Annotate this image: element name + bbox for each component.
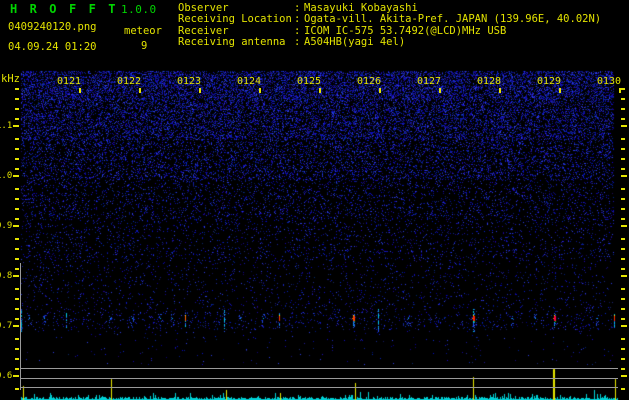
y-axis-minor-tick xyxy=(15,318,19,320)
x-axis-tick-label: 0126 xyxy=(357,76,382,87)
y-axis-minor-tick xyxy=(621,368,625,370)
y-axis-minor-tick xyxy=(15,158,19,160)
y-axis-minor-tick xyxy=(621,318,625,320)
y-axis-minor-tick xyxy=(621,108,625,110)
y-axis-minor-tick xyxy=(621,198,625,200)
y-axis-tick-label: 0.7 xyxy=(0,321,13,331)
x-axis-tick-label: 0122 xyxy=(117,76,142,87)
y-axis-minor-tick xyxy=(621,98,625,100)
y-axis-major-tick xyxy=(13,175,19,177)
y-axis-minor-tick xyxy=(15,108,19,110)
x-axis-tick xyxy=(559,88,561,93)
x-axis-tick xyxy=(319,88,321,93)
x-axis-tick-label: 0129 xyxy=(537,76,562,87)
y-axis-major-tick xyxy=(621,125,627,127)
y-axis-minor-tick xyxy=(15,218,19,220)
x-axis-tick xyxy=(199,88,201,93)
x-axis-tick-label: 0123 xyxy=(177,76,202,87)
y-axis-minor-tick xyxy=(15,138,19,140)
y-axis-minor-tick xyxy=(15,198,19,200)
level-ref-line xyxy=(20,368,618,369)
y-axis-minor-tick xyxy=(621,268,625,270)
y-axis-minor-tick xyxy=(621,148,625,150)
level-ref-line xyxy=(20,378,618,379)
axes-layer: 0121 0122 0123 0124 0125 0126 0127 0128 0129 0130… xyxy=(0,0,629,400)
y-axis-minor-tick xyxy=(621,338,625,340)
y-axis-major-tick xyxy=(621,175,627,177)
y-axis-major-tick xyxy=(13,375,19,377)
y-axis-tick-label: 0.8 xyxy=(0,271,13,281)
x-axis-tick xyxy=(439,88,441,93)
y-axis-minor-tick xyxy=(621,138,625,140)
y-axis-minor-tick xyxy=(15,388,19,390)
y-axis-major-tick xyxy=(13,275,19,277)
y-axis-minor-tick xyxy=(621,88,625,90)
y-axis-minor-tick xyxy=(621,348,625,350)
y-axis-minor-tick xyxy=(621,238,625,240)
y-axis-minor-tick xyxy=(621,218,625,220)
y-axis-minor-tick xyxy=(15,188,19,190)
y-axis-minor-tick xyxy=(15,88,19,90)
y-axis-tick-label: 1.0 xyxy=(0,171,13,181)
x-axis-tick-label: 0125 xyxy=(297,76,322,87)
y-axis-major-tick xyxy=(621,225,627,227)
x-axis-tick xyxy=(499,88,501,93)
y-axis-minor-tick xyxy=(621,208,625,210)
y-axis-minor-tick xyxy=(15,358,19,360)
y-axis-minor-tick xyxy=(15,298,19,300)
x-axis-tick xyxy=(79,88,81,93)
x-axis-tick-label: 0128 xyxy=(477,76,502,87)
y-axis-minor-tick xyxy=(621,118,625,120)
y-axis-minor-tick xyxy=(15,148,19,150)
y-axis-minor-tick xyxy=(621,298,625,300)
y-axis-tick-label: 0.9 xyxy=(0,221,13,231)
y-axis-major-tick xyxy=(621,375,627,377)
y-axis-minor-tick xyxy=(621,388,625,390)
y-axis-minor-tick xyxy=(15,308,19,310)
y-axis-minor-tick xyxy=(15,338,19,340)
y-axis-major-tick xyxy=(13,125,19,127)
y-axis-minor-tick xyxy=(621,258,625,260)
y-axis-minor-tick xyxy=(621,158,625,160)
x-axis-tick-label: 0127 xyxy=(417,76,442,87)
y-axis-major-tick xyxy=(13,225,19,227)
hrofft-screen: H R O F F T 1.0.0 0409240120.png meteor … xyxy=(0,0,629,400)
y-axis-minor-tick xyxy=(15,368,19,370)
y-axis-minor-tick xyxy=(15,248,19,250)
y-axis-minor-tick xyxy=(621,308,625,310)
y-axis-minor-tick xyxy=(15,288,19,290)
y-axis-minor-tick xyxy=(621,188,625,190)
y-axis-minor-tick xyxy=(15,98,19,100)
y-axis-tick-label: 1.1 xyxy=(0,121,13,131)
y-axis-tick-label: 0.6 xyxy=(0,371,13,381)
x-axis-tick-label: 0130 xyxy=(597,76,622,87)
y-axis-minor-tick xyxy=(15,268,19,270)
y-axis-minor-tick xyxy=(15,168,19,170)
y-axis-minor-tick xyxy=(15,258,19,260)
y-axis-minor-tick xyxy=(15,208,19,210)
y-axis-minor-tick xyxy=(621,168,625,170)
level-ref-line xyxy=(20,387,618,388)
x-axis-tick-label: 0121 xyxy=(57,76,82,87)
level-axis-line xyxy=(20,263,21,390)
y-axis-minor-tick xyxy=(15,238,19,240)
y-axis-minor-tick xyxy=(15,348,19,350)
y-axis-minor-tick xyxy=(621,288,625,290)
y-axis-major-tick xyxy=(621,325,627,327)
y-axis-minor-tick xyxy=(15,118,19,120)
x-axis-tick xyxy=(379,88,381,93)
y-axis-major-tick xyxy=(621,275,627,277)
y-axis-minor-tick xyxy=(621,248,625,250)
x-axis-tick xyxy=(139,88,141,93)
y-axis-major-tick xyxy=(13,325,19,327)
x-axis-tick-label: 0124 xyxy=(237,76,262,87)
x-axis-tick xyxy=(259,88,261,93)
y-axis-minor-tick xyxy=(621,358,625,360)
